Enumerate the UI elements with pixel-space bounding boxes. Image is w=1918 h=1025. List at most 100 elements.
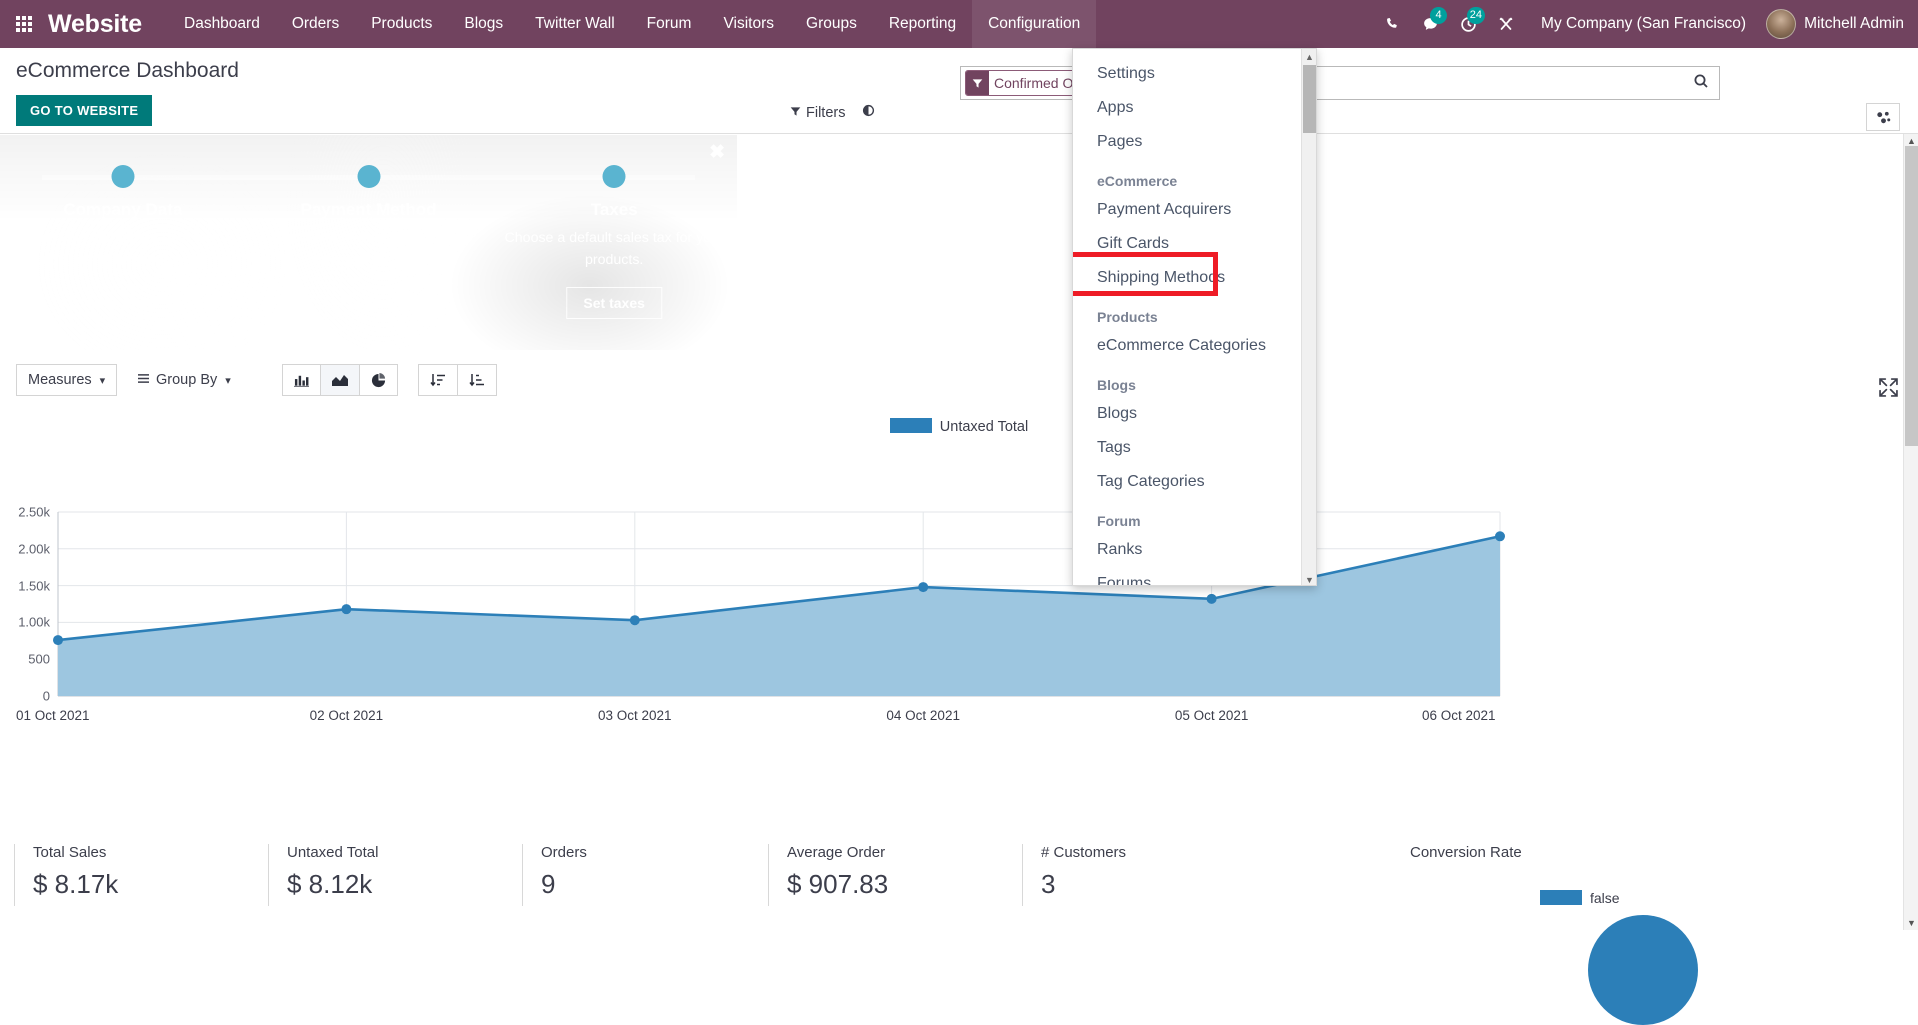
dropdown-item-tag-categories[interactable]: Tag Categories: [1073, 465, 1303, 499]
hamburger-icon: [137, 372, 150, 388]
activities-badge: 24: [1467, 7, 1485, 24]
dropdown-item-forums[interactable]: Forums: [1073, 567, 1303, 586]
page-title: eCommerce Dashboard: [16, 59, 239, 83]
phone-icon[interactable]: [1373, 0, 1411, 48]
kpi-conversion-rate: Conversion Rate: [1410, 844, 1522, 861]
nav-dashboard[interactable]: Dashboard: [168, 0, 276, 48]
kpi-row: Total Sales $ 8.17k Untaxed Total $ 8.12…: [0, 830, 1918, 930]
kpi-label: Untaxed Total: [287, 844, 378, 861]
dropdown-item-ranks[interactable]: Ranks: [1073, 533, 1303, 567]
bar-chart-icon[interactable]: [283, 365, 321, 395]
group-by-button[interactable]: Group By: [126, 364, 242, 396]
dropdown-item-ecommerce-categories[interactable]: eCommerce Categories: [1073, 329, 1303, 363]
dropdown-scrollbar[interactable]: ▲ ▼: [1301, 49, 1316, 586]
dropdown-item-settings[interactable]: Settings: [1073, 57, 1303, 91]
conversion-pie-legend: false: [1540, 890, 1620, 906]
rail-segment: [491, 175, 695, 180]
dropdown-item-payment-acquirers[interactable]: Payment Acquirers: [1073, 193, 1303, 227]
kpi-label: Total Sales: [33, 844, 118, 861]
onboarding-step-payment-method: Payment Method Choose your default custo…: [246, 135, 492, 350]
nav-visitors[interactable]: Visitors: [707, 0, 790, 48]
nav-blogs[interactable]: Blogs: [448, 0, 519, 48]
magnifier-icon[interactable]: [1683, 73, 1719, 94]
dropdown-section-header: eCommerce: [1073, 165, 1303, 193]
group-by-label: Group By: [156, 372, 217, 388]
activities-icon[interactable]: 24: [1449, 0, 1487, 48]
dropdown-scrollbar-thumb[interactable]: [1303, 65, 1316, 133]
pie-chart-icon[interactable]: [360, 365, 397, 395]
search-facet-confirmed-orders[interactable]: Confirmed O: [965, 70, 1079, 96]
kpi-untaxed-total: Untaxed Total $ 8.12k: [268, 844, 378, 906]
page-scrollbar[interactable]: ▲ ▼: [1903, 134, 1918, 930]
step-dot[interactable]: [111, 165, 134, 188]
filter-icon: [790, 105, 801, 121]
chart-plot-area: 05001.00k1.50k2.00k2.50k01 Oct 202102 Oc…: [0, 412, 1918, 712]
y-axis-tick-label: 0: [43, 689, 50, 704]
settings-grid-icon[interactable]: [1866, 103, 1900, 131]
measures-button[interactable]: Measures: [16, 364, 117, 396]
dropdown-item-apps[interactable]: Apps: [1073, 91, 1303, 125]
x-axis-tick-label: 05 Oct 2021: [1175, 708, 1249, 723]
step-title: Payment Method: [246, 200, 492, 220]
half-circle-icon: [862, 104, 875, 121]
set-taxes-button[interactable]: Set taxes: [566, 287, 661, 319]
expand-arrows-icon[interactable]: [1879, 378, 1898, 402]
nav-twitter-wall[interactable]: Twitter Wall: [519, 0, 631, 48]
area-chart-icon[interactable]: [321, 365, 360, 395]
dropdown-item-shipping-methods[interactable]: Shipping Methods: [1073, 261, 1303, 295]
chart-data-point: [1495, 531, 1505, 541]
dropdown-item-gift-cards[interactable]: Gift Cards: [1073, 227, 1303, 261]
step-description: Set your company's data for documents he…: [10, 227, 236, 271]
x-axis-tick-label: 02 Oct 2021: [310, 708, 384, 723]
scroll-down-icon[interactable]: ▼: [1904, 916, 1918, 930]
step-dot[interactable]: [357, 165, 380, 188]
step-description: Choose a default sales tax for your prod…: [501, 227, 727, 271]
kpi-value: $ 8.17k: [33, 869, 118, 900]
progress-rail: [491, 171, 737, 183]
kpi-label: Orders: [541, 844, 587, 861]
y-axis-tick-label: 1.50k: [18, 578, 50, 593]
dropdown-section-header: Products: [1073, 301, 1303, 329]
apps-grid-icon[interactable]: [0, 0, 48, 48]
onboarding-banner: ✖ Company Data Set your company's data f…: [0, 135, 737, 350]
scrollbar-thumb[interactable]: [1905, 146, 1918, 446]
messages-icon[interactable]: 4: [1411, 0, 1449, 48]
sort-descending-icon[interactable]: [458, 365, 496, 395]
x-axis-tick-label: 06 Oct 2021: [1422, 708, 1496, 723]
kpi-average-order: Average Order $ 907.83: [768, 844, 888, 906]
nav-groups[interactable]: Groups: [790, 0, 873, 48]
filters-button[interactable]: Filters: [790, 105, 845, 121]
nav-reporting[interactable]: Reporting: [873, 0, 972, 48]
sort-ascending-icon[interactable]: [419, 365, 458, 395]
nav-orders[interactable]: Orders: [276, 0, 355, 48]
control-panel-tools: Filters: [0, 100, 1918, 134]
messages-badge: 4: [1430, 7, 1447, 24]
kpi-customers: # Customers 3: [1022, 844, 1126, 906]
nav-configuration[interactable]: Configuration: [972, 0, 1096, 48]
company-selector[interactable]: My Company (San Francisco): [1525, 15, 1762, 33]
y-axis-tick-label: 500: [28, 652, 50, 667]
filter-icon: [966, 71, 989, 95]
chart-svg: [0, 412, 1918, 712]
rail-segment: [42, 175, 246, 180]
nav-products[interactable]: Products: [355, 0, 448, 48]
nav-forum[interactable]: Forum: [631, 0, 708, 48]
step-dot[interactable]: [603, 165, 626, 188]
legend-swatch: [1540, 890, 1582, 905]
dropdown-item-pages[interactable]: Pages: [1073, 125, 1303, 159]
app-brand-website[interactable]: Website: [48, 10, 142, 39]
scroll-down-icon[interactable]: ▼: [1302, 572, 1317, 586]
kpi-value: 9: [541, 869, 587, 900]
dropdown-item-tags[interactable]: Tags: [1073, 431, 1303, 465]
debug-tools-icon[interactable]: [1487, 0, 1525, 48]
scroll-up-icon[interactable]: ▲: [1302, 49, 1317, 64]
close-icon[interactable]: ✖: [709, 143, 725, 162]
lets-start-button[interactable]: Let's start!: [70, 287, 175, 319]
dropdown-item-blogs[interactable]: Blogs: [1073, 397, 1303, 431]
top-navbar: Website Dashboard Orders Products Blogs …: [0, 0, 1918, 48]
step-title: Company Data: [0, 200, 246, 220]
chart-data-point: [53, 635, 63, 645]
group-by-button[interactable]: [862, 104, 875, 121]
user-menu[interactable]: Mitchell Admin: [1762, 9, 1904, 39]
set-payments-button[interactable]: Set payments: [306, 287, 431, 319]
